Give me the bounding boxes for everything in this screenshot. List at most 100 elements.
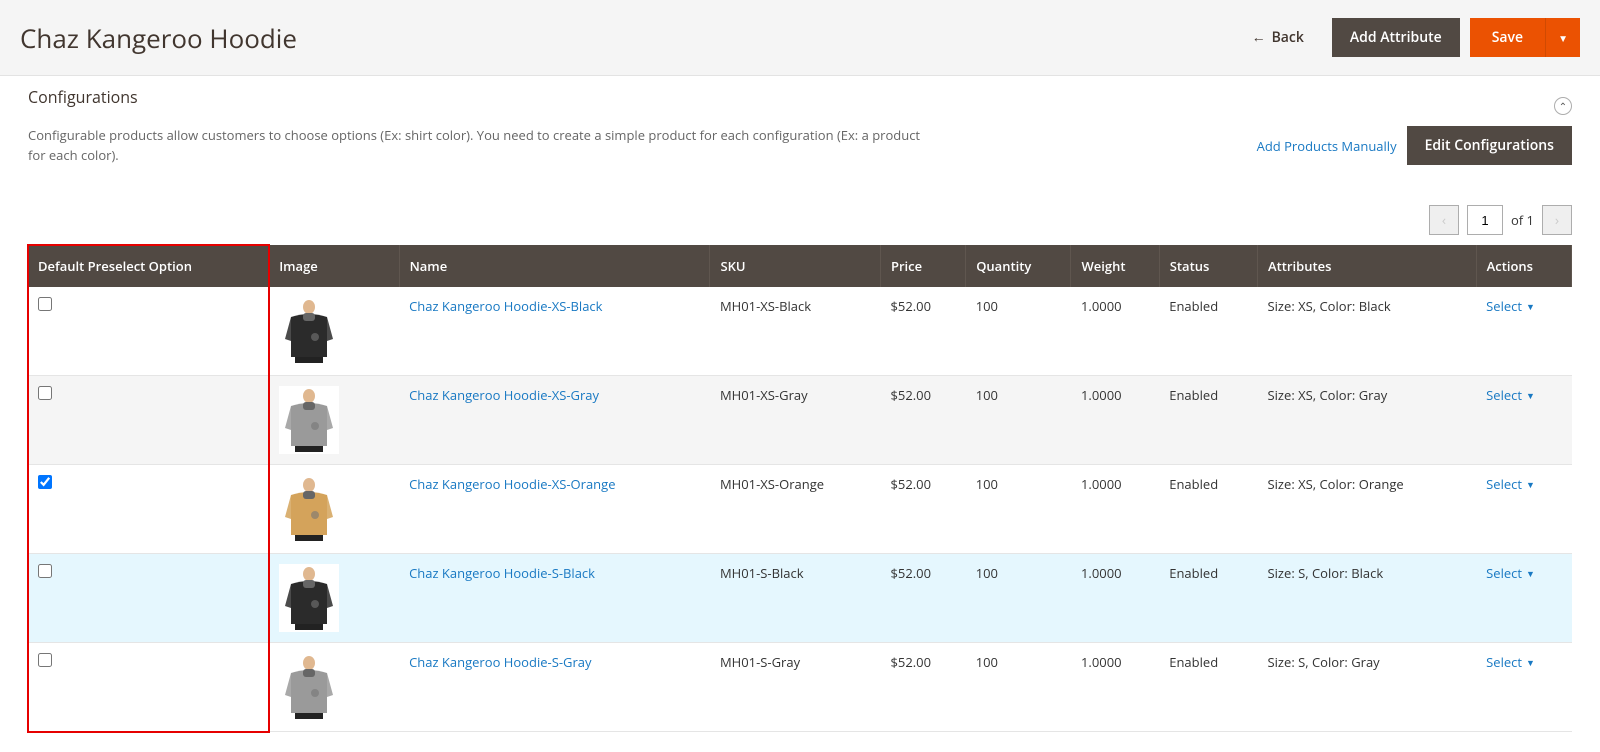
- product-name-link[interactable]: Chaz Kangeroo Hoodie-XS-Black: [409, 297, 602, 315]
- image-cell: [269, 376, 399, 465]
- preselect-cell: [28, 554, 269, 643]
- preselect-checkbox[interactable]: [38, 653, 52, 667]
- product-name-link[interactable]: Chaz Kangeroo Hoodie-S-Gray: [409, 653, 591, 671]
- chevron-left-icon: ‹: [1442, 211, 1446, 230]
- preselect-cell: [28, 643, 269, 732]
- name-cell: Chaz Kangeroo Hoodie-S-Gray: [399, 643, 710, 732]
- preselect-checkbox[interactable]: [38, 564, 52, 578]
- name-cell: Chaz Kangeroo Hoodie-XS-Orange: [399, 465, 710, 554]
- product-thumb: [279, 386, 339, 454]
- attributes-cell: Size: S, Color: Gray: [1258, 643, 1477, 732]
- collapse-toggle-icon[interactable]: ⌃: [1554, 97, 1572, 115]
- col-header-status: Status: [1159, 245, 1257, 287]
- product-name-link[interactable]: Chaz Kangeroo Hoodie-XS-Orange: [409, 475, 615, 493]
- pager: ‹ of 1 ›: [28, 205, 1572, 235]
- table-header-row: Default Preselect Option Image Name SKU …: [28, 245, 1572, 287]
- col-header-price: Price: [880, 245, 965, 287]
- name-cell: Chaz Kangeroo Hoodie-S-Black: [399, 554, 710, 643]
- page-header: Chaz Kangeroo Hoodie ← Back Add Attribut…: [0, 0, 1600, 76]
- actions-cell: Select ▼: [1476, 554, 1571, 643]
- add-products-manually-link[interactable]: Add Products Manually: [1257, 137, 1397, 155]
- product-thumb: [279, 297, 339, 365]
- arrow-left-icon: ←: [1252, 28, 1266, 47]
- qty-cell: 100: [966, 554, 1071, 643]
- price-cell: $52.00: [880, 376, 965, 465]
- col-header-image: Image: [269, 245, 399, 287]
- caret-down-icon: ▼: [1558, 31, 1568, 45]
- weight-cell: 1.0000: [1071, 554, 1159, 643]
- save-dropdown-toggle[interactable]: ▼: [1545, 18, 1580, 57]
- price-cell: $52.00: [880, 643, 965, 732]
- table-wrap: Default Preselect Option Image Name SKU …: [28, 245, 1572, 732]
- status-cell: Enabled: [1159, 376, 1257, 465]
- sku-cell: MH01-S-Black: [710, 554, 880, 643]
- qty-cell: 100: [966, 643, 1071, 732]
- preselect-checkbox[interactable]: [38, 386, 52, 400]
- pager-next-button[interactable]: ›: [1542, 205, 1572, 235]
- row-action-select[interactable]: Select ▼: [1486, 564, 1535, 582]
- name-cell: Chaz Kangeroo Hoodie-XS-Gray: [399, 376, 710, 465]
- col-header-sku: SKU: [710, 245, 880, 287]
- product-thumb: [279, 653, 339, 721]
- weight-cell: 1.0000: [1071, 287, 1159, 376]
- status-cell: Enabled: [1159, 643, 1257, 732]
- attributes-cell: Size: XS, Color: Gray: [1258, 376, 1477, 465]
- config-description: Configurable products allow customers to…: [28, 126, 928, 165]
- product-thumb: [279, 475, 339, 543]
- actions-cell: Select ▼: [1476, 465, 1571, 554]
- sku-cell: MH01-XS-Black: [710, 287, 880, 376]
- col-header-attributes: Attributes: [1258, 245, 1477, 287]
- image-cell: [269, 287, 399, 376]
- edit-configurations-button[interactable]: Edit Configurations: [1407, 126, 1572, 165]
- table-row: Chaz Kangeroo Hoodie-S-Black MH01-S-Blac…: [28, 554, 1572, 643]
- image-cell: [269, 643, 399, 732]
- status-cell: Enabled: [1159, 554, 1257, 643]
- product-name-link[interactable]: Chaz Kangeroo Hoodie-XS-Gray: [409, 386, 599, 404]
- back-button[interactable]: ← Back: [1234, 18, 1322, 57]
- section-title: Configurations: [28, 86, 138, 108]
- page-title: Chaz Kangeroo Hoodie: [20, 20, 297, 56]
- price-cell: $52.00: [880, 554, 965, 643]
- config-actions: Add Products Manually Edit Configuration…: [1257, 126, 1572, 165]
- actions-cell: Select ▼: [1476, 287, 1571, 376]
- product-name-link[interactable]: Chaz Kangeroo Hoodie-S-Black: [409, 564, 595, 582]
- attributes-cell: Size: XS, Color: Black: [1258, 287, 1477, 376]
- caret-down-icon: ▼: [1526, 656, 1535, 669]
- select-label: Select: [1486, 564, 1522, 582]
- preselect-checkbox[interactable]: [38, 297, 52, 311]
- save-button-group: Save ▼: [1470, 18, 1580, 57]
- image-cell: [269, 554, 399, 643]
- pager-page-input[interactable]: [1467, 205, 1503, 235]
- configurations-section: Configurations ⌃ Configurable products a…: [0, 76, 1600, 752]
- actions-cell: Select ▼: [1476, 376, 1571, 465]
- save-button[interactable]: Save: [1470, 18, 1545, 57]
- row-action-select[interactable]: Select ▼: [1486, 297, 1535, 315]
- select-label: Select: [1486, 475, 1522, 493]
- row-action-select[interactable]: Select ▼: [1486, 386, 1535, 404]
- weight-cell: 1.0000: [1071, 465, 1159, 554]
- add-attribute-button[interactable]: Add Attribute: [1332, 18, 1460, 57]
- image-cell: [269, 465, 399, 554]
- pager-prev-button[interactable]: ‹: [1429, 205, 1459, 235]
- name-cell: Chaz Kangeroo Hoodie-XS-Black: [399, 287, 710, 376]
- qty-cell: 100: [966, 465, 1071, 554]
- price-cell: $52.00: [880, 287, 965, 376]
- table-row: Chaz Kangeroo Hoodie-XS-Orange MH01-XS-O…: [28, 465, 1572, 554]
- weight-cell: 1.0000: [1071, 643, 1159, 732]
- attributes-cell: Size: S, Color: Black: [1258, 554, 1477, 643]
- header-actions: ← Back Add Attribute Save ▼: [1234, 18, 1580, 57]
- weight-cell: 1.0000: [1071, 376, 1159, 465]
- preselect-cell: [28, 287, 269, 376]
- row-action-select[interactable]: Select ▼: [1486, 475, 1535, 493]
- preselect-cell: [28, 465, 269, 554]
- table-row: Chaz Kangeroo Hoodie-S-Gray MH01-S-Gray …: [28, 643, 1572, 732]
- row-action-select[interactable]: Select ▼: [1486, 653, 1535, 671]
- preselect-checkbox[interactable]: [38, 475, 52, 489]
- qty-cell: 100: [966, 376, 1071, 465]
- configurations-table: Default Preselect Option Image Name SKU …: [28, 245, 1572, 732]
- sku-cell: MH01-XS-Gray: [710, 376, 880, 465]
- attributes-cell: Size: XS, Color: Orange: [1258, 465, 1477, 554]
- table-row: Chaz Kangeroo Hoodie-XS-Black MH01-XS-Bl…: [28, 287, 1572, 376]
- select-label: Select: [1486, 297, 1522, 315]
- col-header-quantity: Quantity: [966, 245, 1071, 287]
